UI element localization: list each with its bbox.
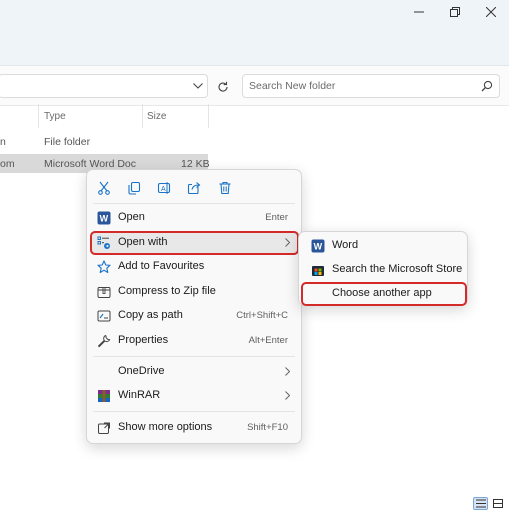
svg-text:W: W bbox=[99, 213, 108, 223]
details-view-button[interactable] bbox=[473, 497, 488, 510]
store-icon bbox=[310, 262, 325, 277]
submenu-item-choose-another-app[interactable]: Choose another app bbox=[301, 282, 467, 306]
refresh-icon bbox=[218, 81, 228, 92]
search-icon bbox=[481, 80, 493, 92]
column-header-type[interactable]: Type bbox=[44, 106, 66, 128]
submenu-item-label: Word bbox=[332, 239, 359, 251]
share-button[interactable] bbox=[183, 178, 205, 198]
rename-button[interactable]: A bbox=[153, 178, 175, 198]
chevron-down-icon bbox=[193, 83, 203, 89]
context-menu: A W Open Enter Open with Add to Favourit… bbox=[86, 169, 302, 444]
menu-item-label: Show more options bbox=[118, 421, 213, 433]
restore-button[interactable] bbox=[440, 0, 470, 24]
column-separator[interactable] bbox=[208, 104, 209, 128]
submenu-item-label: Search the Microsoft Store bbox=[332, 263, 463, 275]
menu-item-shortcut: Ctrl+Shift+C bbox=[236, 310, 288, 321]
submenu-item-word[interactable]: W Word bbox=[302, 235, 466, 257]
tiles-view-button[interactable] bbox=[490, 497, 505, 510]
copy-icon bbox=[128, 181, 141, 195]
chevron-right-icon bbox=[282, 236, 292, 248]
row-name[interactable]: om bbox=[0, 158, 15, 170]
restore-icon bbox=[450, 7, 460, 17]
submenu-item-search-store[interactable]: Search the Microsoft Store bbox=[302, 259, 466, 281]
menu-item-shortcut: Enter bbox=[265, 212, 288, 223]
menu-item-label: Copy as path bbox=[118, 309, 183, 321]
open-with-icon bbox=[96, 235, 111, 250]
submenu-item-label: Choose another app bbox=[332, 287, 432, 299]
search-placeholder: Search New folder bbox=[249, 80, 336, 92]
winrar-icon bbox=[96, 388, 111, 403]
svg-text:W: W bbox=[313, 241, 322, 251]
star-icon bbox=[96, 259, 111, 274]
svg-text:A: A bbox=[161, 186, 166, 193]
menu-separator bbox=[93, 411, 295, 412]
menu-item-label: OneDrive bbox=[118, 365, 165, 377]
word-icon: W bbox=[310, 238, 325, 253]
cut-button[interactable] bbox=[93, 178, 115, 198]
menu-separator bbox=[93, 203, 295, 204]
chevron-right-icon bbox=[282, 389, 292, 401]
menu-item-label: Add to Favourites bbox=[118, 260, 205, 272]
menu-item-label: Properties bbox=[118, 334, 169, 346]
close-button[interactable] bbox=[476, 0, 506, 24]
address-bar: Search New folder bbox=[0, 66, 509, 106]
menu-item-shortcut: Alt+Enter bbox=[248, 335, 288, 346]
row-type: File folder bbox=[44, 136, 91, 148]
delete-button[interactable] bbox=[214, 178, 236, 198]
menu-separator bbox=[93, 356, 295, 357]
address-dropdown-button[interactable] bbox=[191, 79, 205, 93]
cut-icon bbox=[98, 181, 110, 195]
menu-item-copy-as-path[interactable]: Copy as path Ctrl+Shift+C bbox=[91, 305, 298, 327]
details-view-icon bbox=[475, 499, 486, 508]
word-icon: W bbox=[96, 210, 111, 225]
chevron-right-icon bbox=[282, 365, 292, 377]
minimize-icon bbox=[414, 11, 424, 13]
menu-item-add-to-favourites[interactable]: Add to Favourites bbox=[91, 256, 298, 278]
column-separator[interactable] bbox=[38, 104, 39, 128]
path-icon bbox=[96, 308, 111, 323]
title-bar bbox=[0, 0, 509, 66]
menu-item-winrar[interactable]: WinRAR bbox=[91, 385, 298, 407]
menu-item-label: Compress to Zip file bbox=[118, 285, 216, 297]
rename-icon: A bbox=[157, 182, 171, 194]
zip-icon bbox=[96, 284, 111, 299]
menu-item-open[interactable]: W Open Enter bbox=[91, 207, 298, 229]
menu-item-open-with[interactable]: Open with bbox=[90, 231, 299, 255]
address-input[interactable] bbox=[0, 74, 208, 98]
tiles-view-icon bbox=[492, 499, 503, 508]
menu-item-show-more-options[interactable]: Show more options Shift+F10 bbox=[91, 417, 298, 439]
view-toggle bbox=[473, 497, 505, 510]
column-header-size[interactable]: Size bbox=[147, 106, 166, 128]
more-options-icon bbox=[96, 420, 111, 435]
refresh-button[interactable] bbox=[214, 78, 232, 96]
menu-item-label: Open with bbox=[118, 236, 168, 248]
menu-item-properties[interactable]: Properties Alt+Enter bbox=[91, 330, 298, 352]
close-icon bbox=[486, 7, 496, 17]
search-input[interactable]: Search New folder bbox=[242, 74, 500, 98]
menu-item-onedrive[interactable]: OneDrive bbox=[91, 361, 298, 383]
row-name[interactable]: n bbox=[0, 136, 6, 148]
open-with-submenu: W Word Search the Microsoft Store Choose… bbox=[298, 231, 468, 306]
minimize-button[interactable] bbox=[404, 0, 434, 24]
menu-item-label: Open bbox=[118, 211, 145, 223]
share-icon bbox=[187, 182, 201, 195]
copy-button[interactable] bbox=[123, 178, 145, 198]
menu-item-shortcut: Shift+F10 bbox=[247, 422, 288, 433]
menu-item-compress-zip[interactable]: Compress to Zip file bbox=[91, 281, 298, 303]
wrench-icon bbox=[96, 333, 111, 348]
column-separator[interactable] bbox=[142, 104, 143, 128]
delete-icon bbox=[219, 181, 231, 195]
menu-item-label: WinRAR bbox=[118, 389, 161, 401]
